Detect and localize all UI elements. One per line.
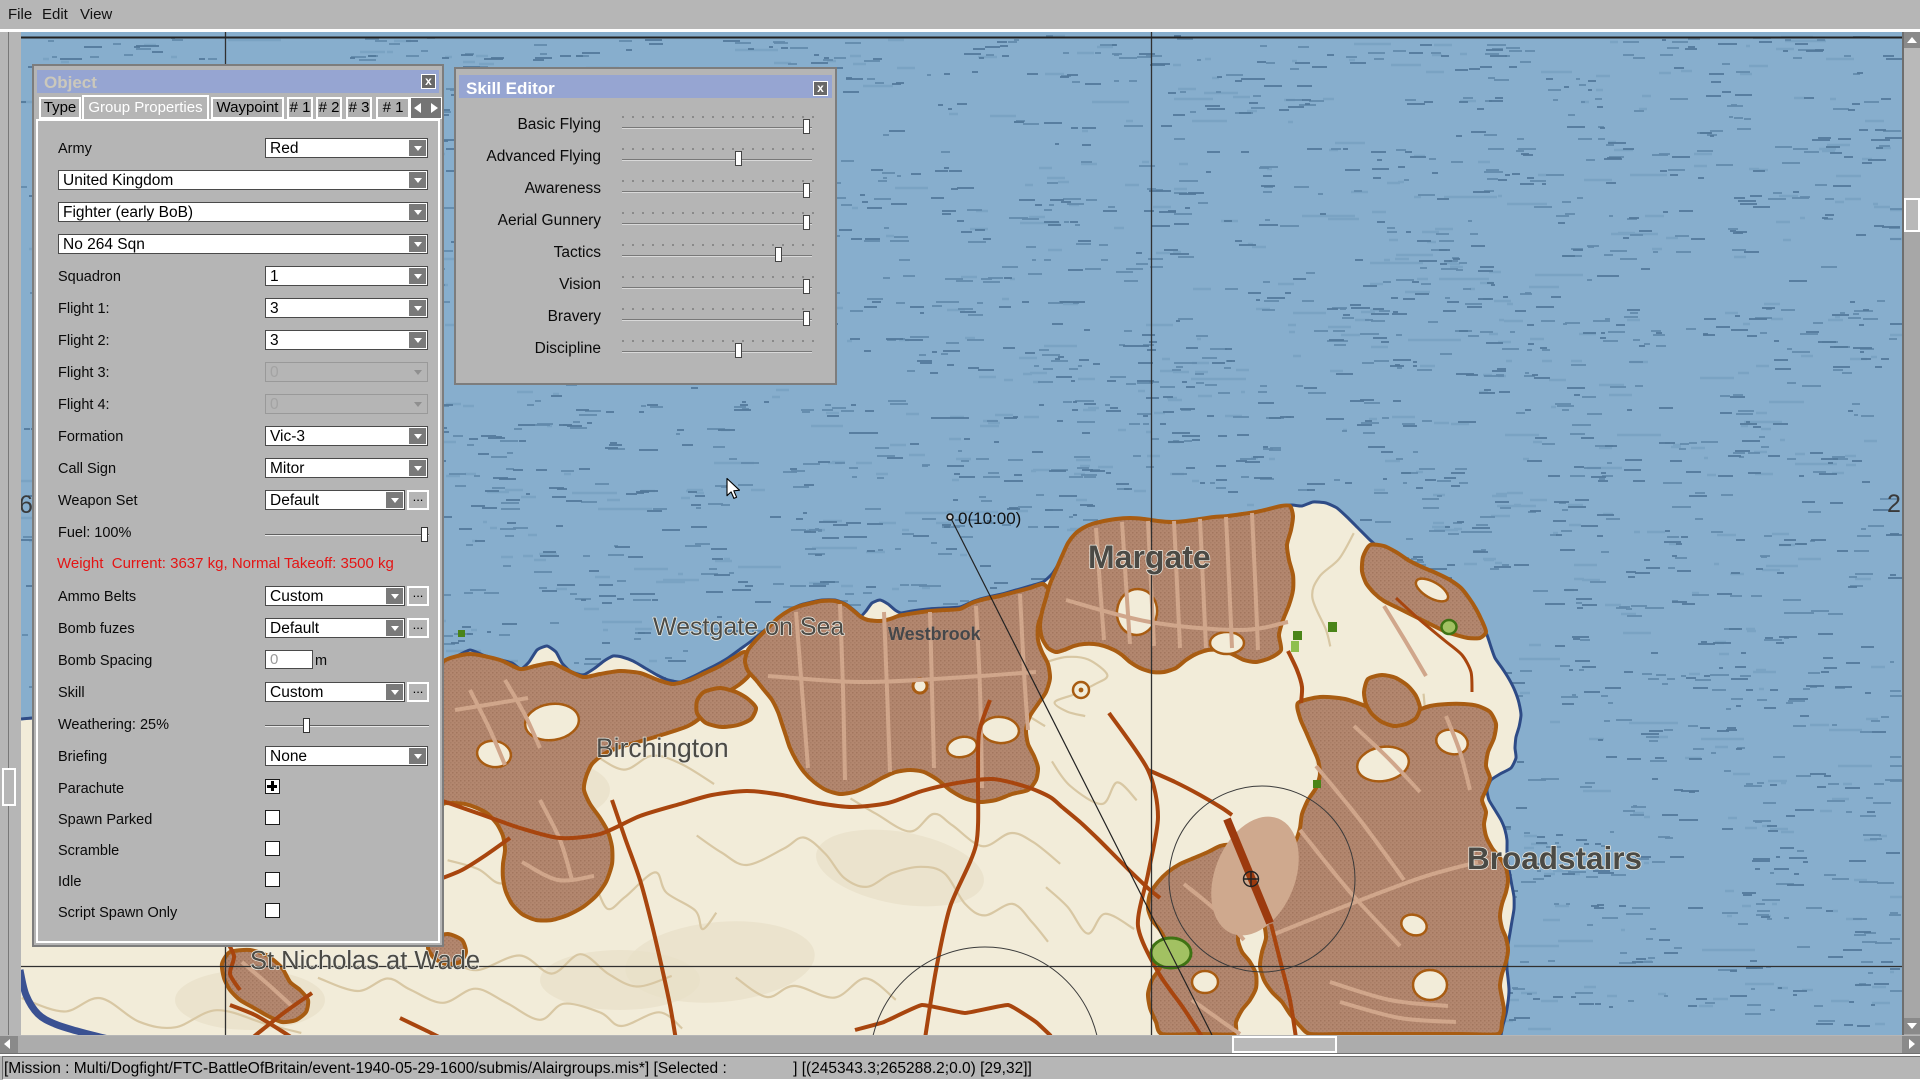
svg-text:Westgate on Sea: Westgate on Sea — [653, 613, 844, 641]
svg-text:0(10:00): 0(10:00) — [958, 509, 1021, 528]
svg-text:Margate: Margate — [1088, 539, 1211, 575]
svg-text:Westbrook: Westbrook — [888, 624, 982, 644]
svg-text:2: 2 — [1887, 490, 1901, 518]
svg-text:St.Nicholas at Wade: St.Nicholas at Wade — [250, 947, 480, 975]
svg-text:Birchington: Birchington — [596, 733, 729, 763]
svg-text:Broadstairs: Broadstairs — [1467, 840, 1642, 876]
